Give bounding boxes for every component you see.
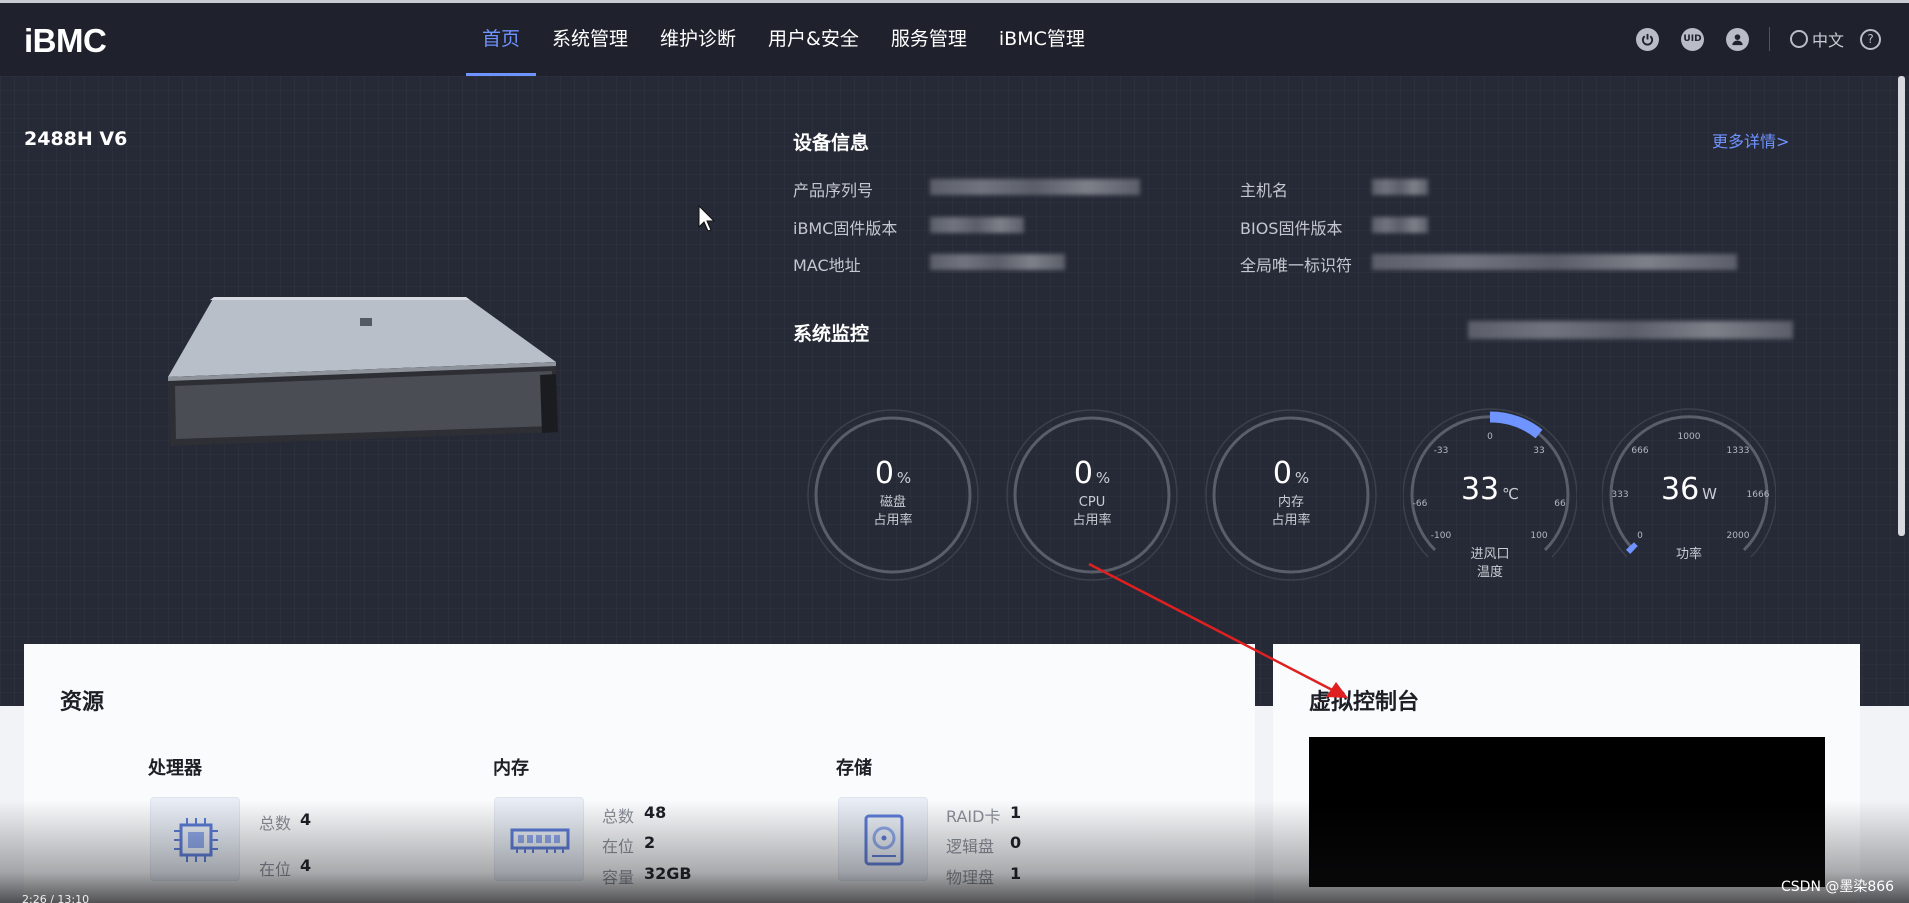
processor-present-value: 4 <box>300 856 312 875</box>
memory-usage-label: 内存 占用率 <box>1271 495 1311 528</box>
top-navigation-bar: iBMC 首页 系统管理 维护诊断 用户&安全 服务管理 iBMC管理 UID … <box>0 0 1909 76</box>
csdn-watermark: CSDN @墨染866 <box>1781 879 1895 895</box>
hostname-value-redacted <box>1372 179 1428 195</box>
processor-icon[interactable] <box>150 797 240 881</box>
temp-tick-100: 100 <box>1530 531 1548 541</box>
video-time: 2:26 / 13:10 <box>22 893 90 903</box>
disk-usage-value: 0 <box>874 456 894 491</box>
nav-tab-user-security[interactable]: 用户&安全 <box>752 0 875 76</box>
uid-icon[interactable]: UID <box>1680 27 1704 51</box>
language-switcher[interactable]: 中文 <box>1789 27 1844 51</box>
power-gauge: 0 333 666 1000 1333 1666 2000 36 W 功率 <box>1602 408 1776 582</box>
power-tick-666: 666 <box>1631 446 1649 456</box>
system-monitor-title: 系统监控 <box>793 323 870 345</box>
uuid-label: 全局唯一标识符 <box>1240 256 1353 275</box>
main-nav: 首页 系统管理 维护诊断 用户&安全 服务管理 iBMC管理 <box>466 0 1101 76</box>
cpu-usage-value: 0 <box>1073 456 1093 491</box>
resources-title: 资源 <box>60 690 105 715</box>
physical-disk-value: 1 <box>1010 864 1022 883</box>
user-icon[interactable] <box>1725 27 1749 51</box>
memory-title: 内存 <box>493 758 529 779</box>
power-icon[interactable] <box>1635 27 1659 51</box>
mac-address-label: MAC地址 <box>793 256 861 275</box>
storage-title: 存储 <box>836 758 872 779</box>
memory-usage-unit: % <box>1294 469 1310 487</box>
serial-number-label: 产品序列号 <box>793 181 874 200</box>
cpu-usage-unit: % <box>1095 469 1111 487</box>
ibmc-firmware-label: iBMC固件版本 <box>793 219 898 238</box>
power-value: 36 <box>1660 472 1700 507</box>
memory-capacity-label: 容量 <box>602 868 635 887</box>
nav-tab-maintenance-diagnosis[interactable]: 维护诊断 <box>644 0 752 76</box>
virtual-console-preview[interactable] <box>1309 737 1825 887</box>
disk-usage-label: 磁盘 占用率 <box>873 495 913 528</box>
power-tick-2000: 2000 <box>1726 531 1750 541</box>
ibmc-logo: iBMC <box>24 22 107 59</box>
nav-tab-ibmc-management[interactable]: iBMC管理 <box>983 0 1101 76</box>
server-model: 2488H V6 <box>24 128 128 150</box>
power-tick-1333: 1333 <box>1726 446 1750 456</box>
temp-tick-neg33: -33 <box>1433 446 1449 456</box>
power-label: 功率 <box>1675 547 1702 562</box>
memory-capacity-value: 32GB <box>644 864 692 883</box>
device-info-title: 设备信息 <box>793 132 870 154</box>
raid-card-label: RAID卡 <box>946 807 1001 826</box>
memory-present-label: 在位 <box>602 837 635 856</box>
memory-usage-gauge: 0% 内存 占用率 <box>1204 408 1378 582</box>
logical-disk-value: 0 <box>1010 833 1022 852</box>
nav-tab-service-management[interactable]: 服务管理 <box>875 0 983 76</box>
mouse-cursor-icon <box>698 205 716 232</box>
top-right-toolbar: UID 中文 ? <box>1614 27 1881 51</box>
dashboard-background <box>0 76 1909 706</box>
bios-firmware-value-redacted <box>1372 217 1428 233</box>
logical-disk-label: 逻辑盘 <box>946 837 995 856</box>
memory-usage-value: 0 <box>1272 456 1292 491</box>
power-unit: W <box>1702 485 1718 503</box>
inlet-temperature-label: 进风口 温度 <box>1470 547 1510 580</box>
cpu-usage-gauge: 0% CPU 占用率 <box>1005 408 1179 582</box>
mac-address-value-redacted <box>930 254 1065 270</box>
monitor-status-redacted <box>1468 321 1793 339</box>
toolbar-divider <box>1768 27 1770 51</box>
nav-tab-home[interactable]: 首页 <box>466 0 537 76</box>
processor-total-label: 总数 <box>259 814 292 833</box>
processor-title: 处理器 <box>148 758 202 779</box>
page-scrollbar[interactable] <box>1898 76 1905 536</box>
nav-tab-system-management[interactable]: 系统管理 <box>536 0 644 76</box>
memory-present-value: 2 <box>644 833 656 852</box>
inlet-temperature-unit: ℃ <box>1502 485 1520 503</box>
power-tick-0: 0 <box>1637 531 1643 541</box>
help-icon[interactable]: ? <box>1860 28 1881 50</box>
inlet-temperature-gauge: -66 -33 0 33 66 -100 100 33 ℃ 进风口 温度 <box>1403 408 1577 582</box>
uuid-value-redacted <box>1372 254 1737 270</box>
power-tick-1000: 1000 <box>1677 432 1701 442</box>
ibmc-firmware-value-redacted <box>930 217 1024 233</box>
memory-total-label: 总数 <box>602 807 635 826</box>
disk-usage-unit: % <box>896 469 912 487</box>
disk-usage-gauge: 0% 磁盘 占用率 <box>806 408 980 582</box>
memory-icon[interactable] <box>494 797 584 881</box>
processor-total-value: 4 <box>300 810 312 829</box>
temp-tick-33: 33 <box>1533 446 1545 456</box>
physical-disk-label: 物理盘 <box>946 868 995 887</box>
more-details-link[interactable]: 更多详情> <box>1712 128 1789 152</box>
hostname-label: 主机名 <box>1240 181 1289 200</box>
temp-tick-0: 0 <box>1487 432 1493 442</box>
storage-icon[interactable] <box>838 797 928 881</box>
inlet-temperature-value: 33 <box>1460 472 1500 507</box>
processor-present-label: 在位 <box>259 860 292 879</box>
language-label: 中文 <box>1811 31 1844 50</box>
temp-tick-neg100: -100 <box>1430 531 1452 541</box>
cpu-usage-label: CPU 占用率 <box>1072 495 1112 528</box>
bios-firmware-label: BIOS固件版本 <box>1240 219 1343 238</box>
globe-icon <box>1789 30 1808 48</box>
virtual-console-title: 虚拟控制台 <box>1309 690 1420 715</box>
serial-number-value-redacted <box>930 179 1140 195</box>
raid-card-value: 1 <box>1010 803 1022 822</box>
memory-total-value: 48 <box>644 803 667 822</box>
